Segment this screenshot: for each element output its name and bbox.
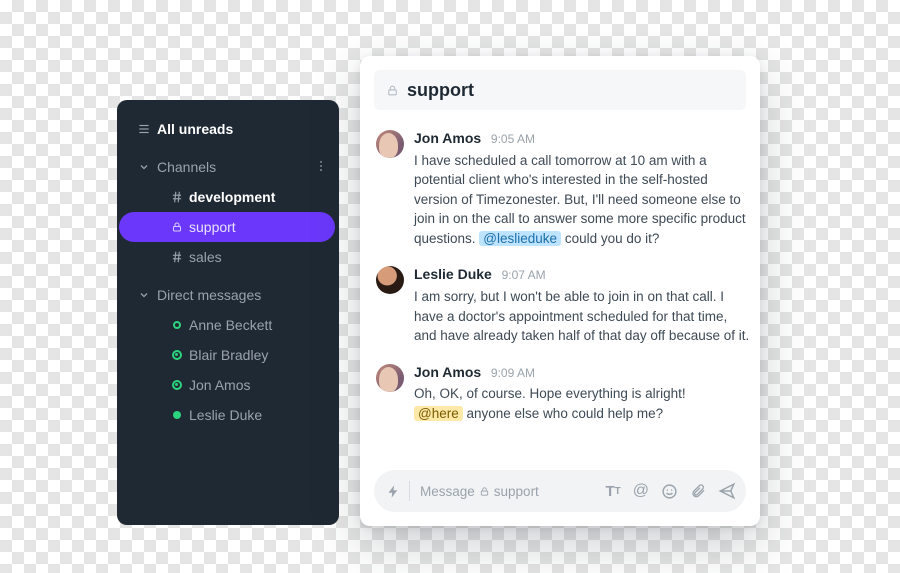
message: Leslie Duke 9:07 AM I am sorry, but I wo…	[376, 258, 754, 355]
avatar[interactable]	[376, 266, 404, 294]
dm-label: Leslie Duke	[189, 407, 323, 423]
presence-idle-icon	[165, 350, 189, 360]
placeholder-prefix: Message	[420, 484, 475, 499]
dms-header[interactable]: Direct messages	[117, 280, 339, 310]
presence-idle-icon	[165, 380, 189, 390]
message-time: 9:05 AM	[491, 132, 535, 146]
channel-label: development	[189, 189, 323, 205]
message-list: Jon Amos 9:05 AM I have scheduled a call…	[360, 118, 760, 462]
message-text: could you do it?	[565, 231, 660, 246]
dm-leslie-duke[interactable]: Leslie Duke	[119, 400, 335, 430]
dm-label: Anne Beckett	[189, 317, 323, 333]
channel-header[interactable]: support	[374, 70, 746, 110]
channel-name: support	[407, 80, 474, 101]
message: Jon Amos 9:09 AM Oh, OK, of course. Hope…	[376, 356, 754, 434]
channels-label: Channels	[157, 159, 216, 175]
emoji-icon[interactable]	[661, 483, 678, 500]
dms-label: Direct messages	[157, 287, 261, 303]
mention-user[interactable]: @leslieduke	[479, 231, 561, 246]
message-body: I am sorry, but I won't be able to join …	[414, 287, 750, 346]
message-meta: Jon Amos 9:09 AM	[414, 362, 750, 383]
list-icon	[131, 122, 157, 136]
composer-placeholder[interactable]: Message support	[420, 484, 605, 499]
avatar[interactable]	[376, 364, 404, 392]
placeholder-channel: support	[494, 484, 539, 499]
hash-icon	[165, 250, 189, 264]
message-body: I have scheduled a call tomorrow at 10 a…	[414, 151, 750, 249]
format-icon[interactable]: TT	[605, 483, 620, 500]
dm-jon-amos[interactable]: Jon Amos	[119, 370, 335, 400]
composer-tools: TT @	[605, 482, 736, 500]
channels-more-icon[interactable]	[313, 158, 329, 174]
channel-label: support	[189, 219, 323, 235]
dm-label: Blair Bradley	[189, 347, 323, 363]
message-meta: Leslie Duke 9:07 AM	[414, 264, 750, 285]
send-icon[interactable]	[718, 482, 736, 500]
divider	[409, 481, 410, 501]
message-author[interactable]: Jon Amos	[414, 364, 481, 380]
lock-icon	[479, 486, 490, 497]
mention-icon[interactable]: @	[633, 482, 649, 500]
message-author[interactable]: Jon Amos	[414, 130, 481, 146]
channel-sales[interactable]: sales	[119, 242, 335, 272]
presence-online-icon	[165, 411, 189, 419]
message-composer[interactable]: Message support TT @	[374, 470, 746, 512]
lock-icon	[386, 84, 399, 97]
sidebar-all-unreads[interactable]: All unreads	[117, 114, 339, 144]
mention-here[interactable]: @here	[414, 406, 463, 421]
message-body: Oh, OK, of course. Hope everything is al…	[414, 384, 750, 423]
message: Jon Amos 9:05 AM I have scheduled a call…	[376, 122, 754, 258]
lock-icon	[165, 221, 189, 233]
attachment-icon[interactable]	[690, 483, 706, 499]
dm-label: Jon Amos	[189, 377, 323, 393]
avatar[interactable]	[376, 130, 404, 158]
message-time: 9:07 AM	[502, 268, 546, 282]
sidebar-section-dms: Direct messages Anne Beckett Blair Bradl…	[117, 280, 339, 430]
message-text: I am sorry, but I won't be able to join …	[414, 289, 749, 343]
dm-blair-bradley[interactable]: Blair Bradley	[119, 340, 335, 370]
chevron-down-icon	[131, 289, 157, 301]
channel-label: sales	[189, 249, 323, 265]
lightning-icon[interactable]	[386, 484, 401, 499]
message-author[interactable]: Leslie Duke	[414, 266, 492, 282]
hash-icon	[165, 190, 189, 204]
sidebar: All unreads Channels development support	[117, 100, 339, 525]
message-meta: Jon Amos 9:05 AM	[414, 128, 750, 149]
chevron-down-icon	[131, 161, 157, 173]
sidebar-title: All unreads	[157, 121, 233, 137]
message-time: 9:09 AM	[491, 366, 535, 380]
message-text: anyone else who could help me?	[467, 406, 664, 421]
conversation-panel: support Jon Amos 9:05 AM I have schedule…	[360, 56, 760, 526]
channel-development[interactable]: development	[119, 182, 335, 212]
channels-header[interactable]: Channels	[117, 152, 339, 182]
message-text: Oh, OK, of course. Hope everything is al…	[414, 386, 686, 401]
sidebar-section-channels: Channels development support sales	[117, 152, 339, 272]
dm-anne-beckett[interactable]: Anne Beckett	[119, 310, 335, 340]
presence-away-icon	[165, 321, 189, 329]
channel-support[interactable]: support	[119, 212, 335, 242]
